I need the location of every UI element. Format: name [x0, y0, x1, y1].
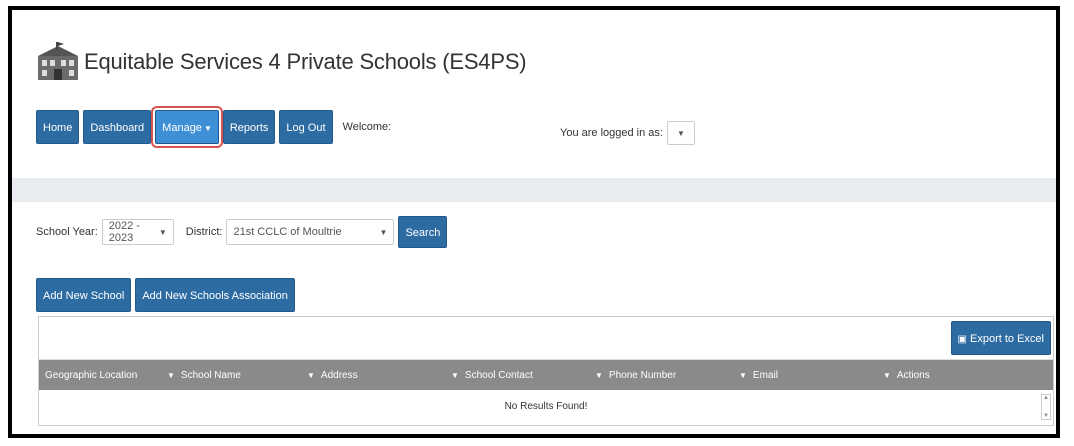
filter-icon[interactable]: ▼: [167, 371, 175, 380]
add-new-school-button[interactable]: Add New School: [36, 278, 132, 312]
main-nav: Home Dashboard Manage ▼ Reports Log Out W…: [36, 106, 392, 148]
export-to-excel-button[interactable]: ▣ Export to Excel: [950, 321, 1051, 355]
grid-toolbar: ▣ Export to Excel: [39, 317, 1053, 360]
filter-icon[interactable]: ▼: [595, 371, 603, 380]
nav-manage-button[interactable]: Manage ▼: [151, 106, 223, 148]
nav-reports-button[interactable]: Reports: [222, 110, 276, 144]
column-header-address[interactable]: ▼ Address: [301, 370, 445, 381]
school-year-value: 2022 - 2023: [108, 220, 140, 244]
column-header-school-contact[interactable]: ▼ School Contact: [445, 370, 589, 381]
filter-icon[interactable]: ▼: [451, 371, 459, 380]
district-label: District:: [185, 226, 223, 238]
column-header-school-name[interactable]: ▼ School Name: [161, 370, 301, 381]
column-header-geographic-location[interactable]: Geographic Location: [39, 370, 161, 381]
filter-bar: School Year: 2022 - 2023 ▼ District: 21s…: [36, 216, 448, 248]
empty-results-row: No Results Found! ▲ ▼: [39, 390, 1053, 422]
column-label: Address: [320, 369, 358, 381]
welcome-text: Welcome:: [342, 121, 392, 133]
school-building-icon: [36, 42, 80, 82]
district-select[interactable]: 21st CCLC of Moultrie ▼: [226, 219, 395, 245]
logged-in-label: You are logged in as:: [560, 127, 663, 139]
caret-down-icon: ▼: [676, 128, 685, 138]
empty-message: No Results Found!: [504, 400, 588, 412]
filter-icon[interactable]: ▼: [307, 371, 315, 380]
app-header: Equitable Services 4 Private Schools (ES…: [36, 32, 527, 92]
school-year-select[interactable]: 2022 - 2023 ▼: [101, 219, 174, 245]
action-buttons: Add New School Add New Schools Associati…: [36, 278, 295, 312]
add-new-schools-association-button[interactable]: Add New Schools Association: [135, 278, 295, 312]
grid-header: Geographic Location ▼ School Name ▼ Addr…: [39, 360, 1053, 390]
excel-icon: ▣: [957, 334, 967, 345]
column-label: Actions: [896, 369, 930, 381]
column-label: Phone Number: [608, 369, 677, 381]
nav-home-button[interactable]: Home: [36, 110, 80, 144]
export-label: Export to Excel: [970, 333, 1044, 345]
column-label: School Name: [180, 369, 241, 381]
nav-dashboard-button[interactable]: Dashboard: [83, 110, 152, 144]
filter-icon[interactable]: ▼: [883, 371, 891, 380]
district-value: 21st CCLC of Moultrie: [233, 226, 342, 238]
nav-manage-label: Manage: [162, 122, 202, 134]
caret-down-icon: ▼: [379, 227, 388, 237]
scroll-up-icon[interactable]: ▲: [1043, 395, 1049, 401]
column-header-actions[interactable]: ▼ Actions: [877, 370, 1053, 381]
caret-down-icon: ▼: [203, 124, 212, 133]
caret-down-icon: ▼: [158, 227, 167, 237]
nav-logout-button[interactable]: Log Out: [279, 110, 333, 144]
logged-in-area: You are logged in as: ▼: [560, 121, 695, 145]
column-label: Geographic Location: [45, 369, 138, 381]
scroll-down-icon[interactable]: ▼: [1043, 413, 1049, 419]
schools-grid: ▣ Export to Excel Geographic Location ▼ …: [38, 316, 1054, 426]
school-year-label: School Year:: [36, 226, 98, 238]
column-label: Email: [752, 369, 778, 381]
search-button[interactable]: Search: [398, 216, 448, 248]
app-title: Equitable Services 4 Private Schools (ES…: [84, 49, 527, 74]
app-frame: Equitable Services 4 Private Schools (ES…: [8, 6, 1060, 438]
section-divider-band: [12, 178, 1056, 202]
user-role-select[interactable]: ▼: [666, 121, 695, 145]
vertical-scrollbar[interactable]: ▲ ▼: [1041, 394, 1051, 420]
column-header-phone-number[interactable]: ▼ Phone Number: [589, 370, 733, 381]
column-label: School Contact: [464, 369, 533, 381]
filter-icon[interactable]: ▼: [739, 371, 747, 380]
column-header-email[interactable]: ▼ Email: [733, 370, 877, 381]
